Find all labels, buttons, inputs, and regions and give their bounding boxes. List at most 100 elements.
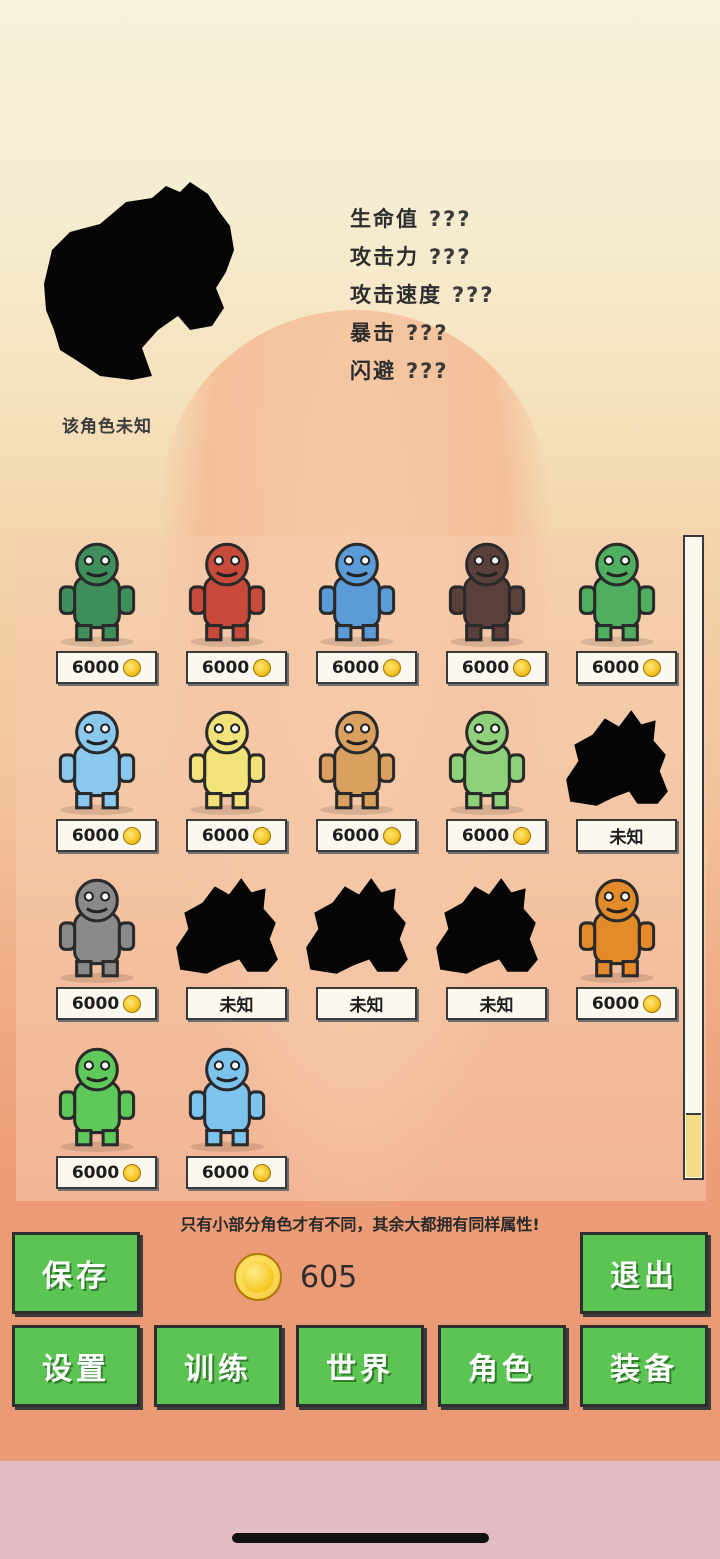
spiky-worm-icon — [296, 704, 418, 816]
character-card[interactable]: 6000 — [552, 536, 682, 686]
character-card[interactable]: 6000 — [32, 872, 162, 1022]
shark-warrior-icon — [296, 536, 418, 648]
coin-icon — [253, 1163, 272, 1182]
gold-amount: 605 — [300, 1259, 358, 1295]
locked-silhouette-icon — [296, 872, 418, 984]
stat-attack-speed: 攻击速度??? — [350, 283, 495, 307]
price-text: 6000 — [71, 1162, 120, 1183]
price-text: 未知 — [479, 996, 514, 1016]
character-card[interactable]: 未知 — [422, 872, 552, 1022]
coin-icon — [123, 826, 142, 845]
mermaid-trident-icon — [556, 536, 678, 648]
gold-display: 605 — [234, 1253, 357, 1301]
price-text: 6000 — [201, 657, 250, 678]
character-card[interactable]: 6000 — [162, 1041, 292, 1191]
fire-spirit-icon — [556, 872, 678, 984]
character-card[interactable]: 6000 — [162, 704, 292, 854]
coin-icon — [643, 658, 662, 677]
character-card[interactable]: 6000 — [422, 704, 552, 854]
character-button[interactable]: 角色 — [438, 1325, 566, 1407]
save-button[interactable]: 保存 — [12, 1232, 140, 1314]
coin-icon — [253, 658, 272, 677]
coin-icon — [513, 658, 532, 677]
stat-crit: 暴击??? — [350, 321, 449, 345]
price-tag: 6000 — [186, 651, 287, 684]
price-tag: 6000 — [576, 651, 677, 684]
character-card[interactable]: 未知 — [292, 872, 422, 1022]
fox-with-pink-blob-icon — [166, 536, 288, 648]
character-card[interactable]: 6000 — [292, 536, 422, 686]
price-tag: 6000 — [576, 987, 677, 1020]
price-text: 6000 — [201, 825, 250, 846]
character-card[interactable]: 6000 — [32, 1041, 162, 1191]
price-text: 未知 — [349, 996, 384, 1016]
character-card[interactable]: 6000 — [422, 536, 552, 686]
character-card[interactable]: 6000 — [552, 872, 682, 1022]
unknown-character-silhouette-icon — [44, 182, 234, 380]
character-card[interactable]: 未知 — [162, 872, 292, 1022]
scrollbar-thumb[interactable] — [686, 1113, 701, 1177]
stat-attack: 攻击力??? — [350, 245, 472, 269]
unknown-label: 未知 — [446, 987, 547, 1020]
equipment-button[interactable]: 装备 — [580, 1325, 708, 1407]
stat-hp: 生命值??? — [350, 207, 472, 231]
stat-dodge: 闪避??? — [350, 359, 449, 383]
price-tag: 6000 — [56, 1156, 157, 1189]
unknown-label: 未知 — [316, 987, 417, 1020]
character-card[interactable]: 未知 — [552, 704, 682, 854]
price-text: 6000 — [331, 657, 380, 678]
green-swirl-spirit-icon — [36, 1041, 158, 1153]
locked-silhouette-icon — [556, 704, 678, 816]
gold-coin-icon — [234, 1253, 282, 1301]
price-text: 未知 — [219, 996, 254, 1016]
preview-label: 该角色未知 — [62, 417, 152, 437]
settings-button[interactable]: 设置 — [12, 1325, 140, 1407]
unknown-label: 未知 — [576, 819, 677, 852]
character-card[interactable]: 6000 — [162, 536, 292, 686]
price-tag: 6000 — [56, 651, 157, 684]
price-tag: 6000 — [316, 819, 417, 852]
coin-icon — [643, 994, 662, 1013]
price-text: 6000 — [591, 993, 640, 1014]
crocodile-warrior-icon — [36, 536, 158, 648]
price-text: 6000 — [461, 825, 510, 846]
unknown-label: 未知 — [186, 987, 287, 1020]
price-tag: 6000 — [446, 819, 547, 852]
price-tag: 6000 — [56, 987, 157, 1020]
price-text: 6000 — [71, 825, 120, 846]
train-button[interactable]: 训练 — [154, 1325, 282, 1407]
character-grid[interactable]: 6000 6000 6000 6000 6000 6000 6000 6000 6000 未知 60… — [16, 536, 706, 1201]
locked-silhouette-icon — [426, 872, 548, 984]
price-tag: 6000 — [186, 1156, 287, 1189]
price-tag: 6000 — [316, 651, 417, 684]
price-tag: 6000 — [446, 651, 547, 684]
coin-icon — [513, 826, 532, 845]
coin-icon — [383, 826, 402, 845]
water-spirit-icon — [166, 1041, 288, 1153]
price-text: 6000 — [71, 993, 120, 1014]
character-card[interactable]: 6000 — [32, 536, 162, 686]
price-text: 6000 — [201, 1162, 250, 1183]
character-card[interactable]: 6000 — [292, 704, 422, 854]
home-indicator[interactable] — [232, 1533, 489, 1543]
exit-button[interactable]: 退出 — [580, 1232, 708, 1314]
price-text: 6000 — [591, 657, 640, 678]
coin-icon — [123, 994, 142, 1013]
coin-icon — [253, 826, 272, 845]
price-tag: 6000 — [186, 819, 287, 852]
rock-golem-icon — [426, 536, 548, 648]
world-button[interactable]: 世界 — [296, 1325, 424, 1407]
price-text: 未知 — [609, 828, 644, 848]
coin-icon — [123, 1163, 142, 1182]
price-text: 6000 — [461, 657, 510, 678]
green-frog-pink-icon — [426, 704, 548, 816]
character-card[interactable]: 6000 — [32, 704, 162, 854]
scrollbar[interactable] — [683, 535, 704, 1180]
duck-knight-icon — [166, 704, 288, 816]
price-text: 6000 — [331, 825, 380, 846]
blue-yeti-icon — [36, 704, 158, 816]
coin-icon — [123, 658, 142, 677]
price-tag: 6000 — [56, 819, 157, 852]
price-text: 6000 — [71, 657, 120, 678]
selected-character-preview — [40, 180, 240, 390]
